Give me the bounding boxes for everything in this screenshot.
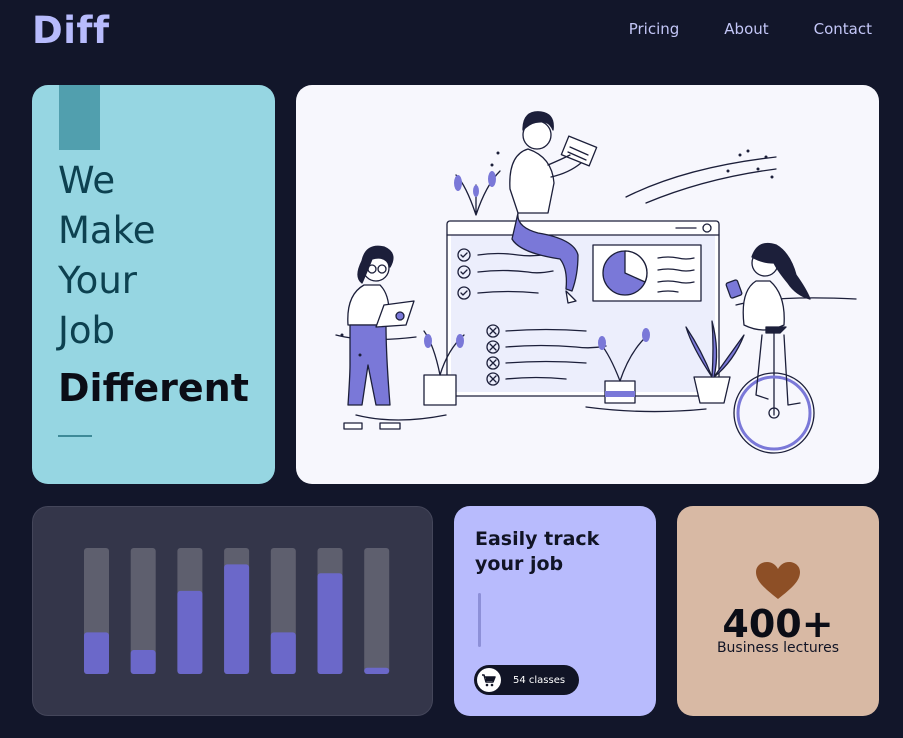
heart-icon [756, 562, 800, 604]
page: Diff Pricing About Contact We Make Your … [0, 0, 903, 738]
lectures-caption: Business lectures [716, 640, 840, 656]
classes-pill-button[interactable]: 54 classes [474, 665, 579, 695]
track-accent-line [478, 593, 481, 647]
progress-chart-card [32, 506, 433, 716]
team-dashboard-illustration [335, 111, 857, 454]
logo[interactable]: Diff [32, 9, 110, 52]
bar-fill [270, 632, 296, 674]
track-title-line-2: your job [475, 553, 564, 575]
bar-fill [317, 573, 343, 674]
classes-pill-label: 54 classes [513, 674, 566, 686]
hero-line-2: Make [58, 209, 156, 252]
bar-fill [364, 667, 390, 674]
cart-icon [477, 668, 501, 692]
bar-fill [130, 650, 156, 674]
bar-track [364, 548, 390, 674]
hero-line-3: Your [58, 259, 137, 302]
lectures-stat-card: 400+ Business lectures [677, 506, 879, 716]
bar-fill [84, 632, 109, 674]
top-nav: Pricing About Contact [584, 20, 872, 38]
hero-divider [58, 435, 92, 437]
hero-line-1: We [58, 159, 116, 202]
nav-link-about[interactable]: About [724, 20, 768, 38]
nav-link-contact[interactable]: Contact [814, 20, 872, 38]
bar-fill [177, 590, 203, 674]
hero-line-4: Job [58, 309, 116, 352]
hero-emphasis: Different [58, 366, 249, 410]
nav-link-pricing[interactable]: Pricing [629, 20, 680, 38]
hero-card: We Make Your Job Different [32, 85, 275, 484]
progress-bar-chart [84, 548, 390, 674]
bar-fill [224, 564, 250, 674]
track-title-line-1: Easily track [475, 528, 600, 550]
hero-tab-decoration [59, 85, 100, 150]
track-job-card: Easily track your job 54 classes [454, 506, 656, 716]
illustration-card [296, 85, 879, 484]
